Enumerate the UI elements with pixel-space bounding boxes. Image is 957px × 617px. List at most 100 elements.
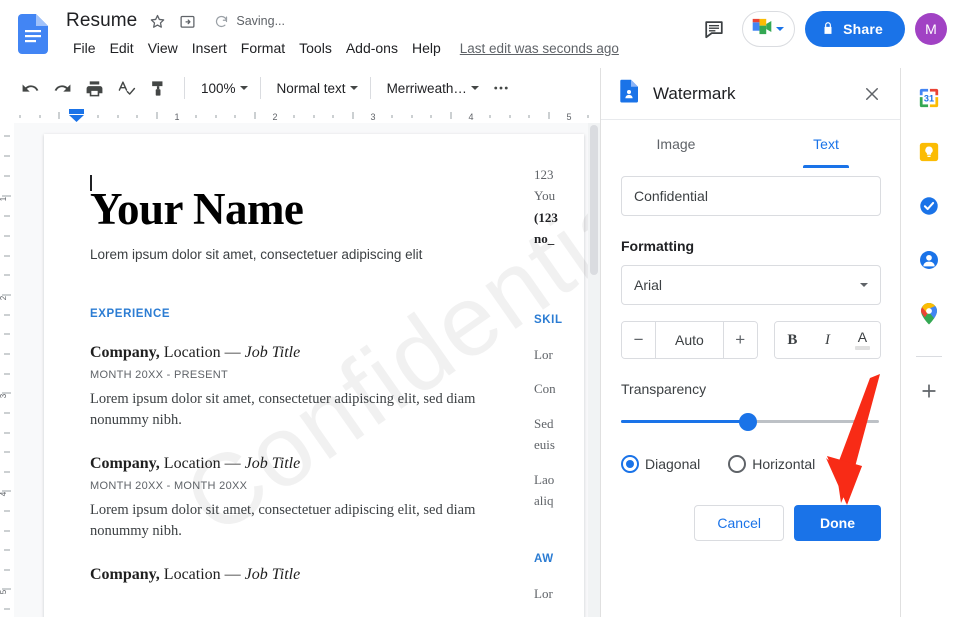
job-title: Job Title [244,566,301,584]
page-content: Your Name Lorem ipsum dolor sit amet, co… [44,134,584,601]
menu-add-ons[interactable]: Add-ons [339,37,405,59]
job-dash: — [224,344,241,362]
job-headline: Company, Location — Job Title [90,344,544,362]
formatting-label: Formatting [621,238,695,254]
italic-button[interactable]: I [809,322,845,358]
add-ons-plus-icon[interactable] [915,377,943,405]
comment-history-icon[interactable] [696,11,732,47]
google-maps-icon[interactable] [915,300,943,328]
close-icon[interactable] [857,79,887,109]
share-button[interactable]: Share [805,11,905,47]
award-line: Lor [534,586,553,602]
skill-line: Lor [534,346,553,362]
svg-text:2: 2 [0,295,8,300]
radio-horizontal[interactable] [728,455,747,473]
scrollbar-thumb[interactable] [590,125,598,275]
menu-help[interactable]: Help [405,37,448,59]
google-contacts-icon[interactable] [915,246,943,274]
menu-tools[interactable]: Tools [292,37,339,59]
left-indent-marker[interactable] [68,109,84,122]
text-color-button[interactable]: A [844,322,880,358]
redo-icon[interactable] [48,74,76,102]
undo-icon[interactable] [16,74,44,102]
document-title-row: Resume Saving... [66,10,285,32]
google-keep-icon[interactable] [915,138,943,166]
resume-tagline[interactable]: Lorem ipsum dolor sit amet, consectetuer… [90,247,544,262]
google-meet-button[interactable] [742,11,796,47]
move-to-folder-icon[interactable] [177,11,197,31]
toolbar-divider [259,77,261,99]
menu-insert[interactable]: Insert [185,37,234,59]
job-description: Lorem ipsum dolor sit amet, consectetuer… [90,502,476,540]
done-button[interactable]: Done [794,505,881,541]
radio-horizontal-label[interactable]: Horizontal [752,456,815,472]
skill-line: Lao [534,471,555,487]
resume-right-column[interactable]: 123 You (123 no_ SKIL Lor Con Sed euis L… [534,164,590,605]
vertical-ruler[interactable]: 1 2 3 4 5 [0,123,14,617]
lock-icon [821,21,835,38]
horizontal-ruler[interactable]: 1 2 3 4 5 [0,108,600,123]
svg-text:4: 4 [0,491,8,496]
menu-file[interactable]: File [66,37,103,59]
ruler-ticks: 1 2 3 4 5 [0,108,600,123]
skill-line: aliq [534,492,554,508]
font-size-increase-button[interactable]: + [723,322,757,358]
font-dropdown[interactable]: Merriweath… [379,74,483,102]
font-size-value[interactable]: Auto [655,322,724,358]
job-date: MONTH 20XX - MONTH 20XX [90,480,248,493]
svg-text:5: 5 [566,112,571,122]
star-icon[interactable] [147,11,167,31]
bold-button[interactable]: B [774,322,810,358]
svg-text:3: 3 [370,112,375,122]
tab-text[interactable]: Text [751,120,901,168]
last-edit-link[interactable]: Last edit was seconds ago [460,41,619,56]
zoom-dropdown[interactable]: 100% [193,74,252,102]
google-meet-icon [751,17,773,41]
document-page[interactable]: Confidential Your Name Lorem ipsum dolor… [44,134,600,617]
transparency-slider[interactable] [621,411,879,433]
tab-image[interactable]: Image [601,120,751,168]
vertical-ruler-ticks: 1 2 3 4 5 [0,123,14,617]
radio-diagonal-label[interactable]: Diagonal [645,456,700,472]
google-tasks-icon[interactable] [915,192,943,220]
saving-label: Saving... [236,14,285,28]
saving-spinner-icon [211,11,231,31]
section-heading-experience[interactable]: EXPERIENCE [90,308,544,320]
watermark-font-dropdown[interactable]: Arial [621,265,881,305]
skill-line: Sed [534,415,554,431]
menu-edit[interactable]: Edit [103,37,141,59]
experience-entry[interactable]: Company, Location — Job Title MONTH 20XX… [90,344,544,431]
avatar[interactable]: M [915,13,947,45]
meet-chevron-down-icon[interactable] [776,27,785,31]
document-title[interactable]: Resume [66,10,137,32]
resume-name[interactable]: Your Name [90,185,544,233]
paragraph-style-dropdown[interactable]: Normal text [269,74,362,102]
font-size-and-style-row: − Auto + B I A [621,321,881,359]
job-location: Location [163,566,221,584]
print-icon[interactable] [80,74,108,102]
radio-diagonal[interactable] [621,455,639,473]
document-canvas[interactable]: Confidential Your Name Lorem ipsum dolor… [14,123,600,617]
experience-entry[interactable]: Company, Location — Job Title MONTH 20XX… [90,455,544,542]
more-options-icon[interactable] [487,74,515,102]
zoom-value: 100% [201,80,236,96]
google-docs-logo-icon[interactable] [18,14,48,54]
slider-thumb[interactable] [739,413,757,431]
svg-text:1: 1 [0,196,8,201]
cancel-button[interactable]: Cancel [694,505,784,541]
spelling-grammar-icon[interactable] [112,74,140,102]
experience-entry[interactable]: Company, Location — Job Title [90,566,544,584]
menu-bar: File Edit View Insert Format Tools Add-o… [66,37,619,59]
google-calendar-icon[interactable]: 31 [915,84,943,112]
toolbar-divider [184,77,185,99]
chevron-down-icon [239,86,248,90]
watermark-text-input[interactable] [621,176,881,216]
header-actions: Share M [696,11,947,47]
document-scrollbar[interactable] [588,123,600,617]
menu-view[interactable]: View [141,37,185,59]
menu-format[interactable]: Format [234,37,292,59]
font-value: Merriweath… [386,80,467,96]
font-size-decrease-button[interactable]: − [622,322,656,358]
orientation-radio-group: Diagonal Horizontal [621,455,881,473]
paint-format-icon[interactable] [144,74,172,102]
